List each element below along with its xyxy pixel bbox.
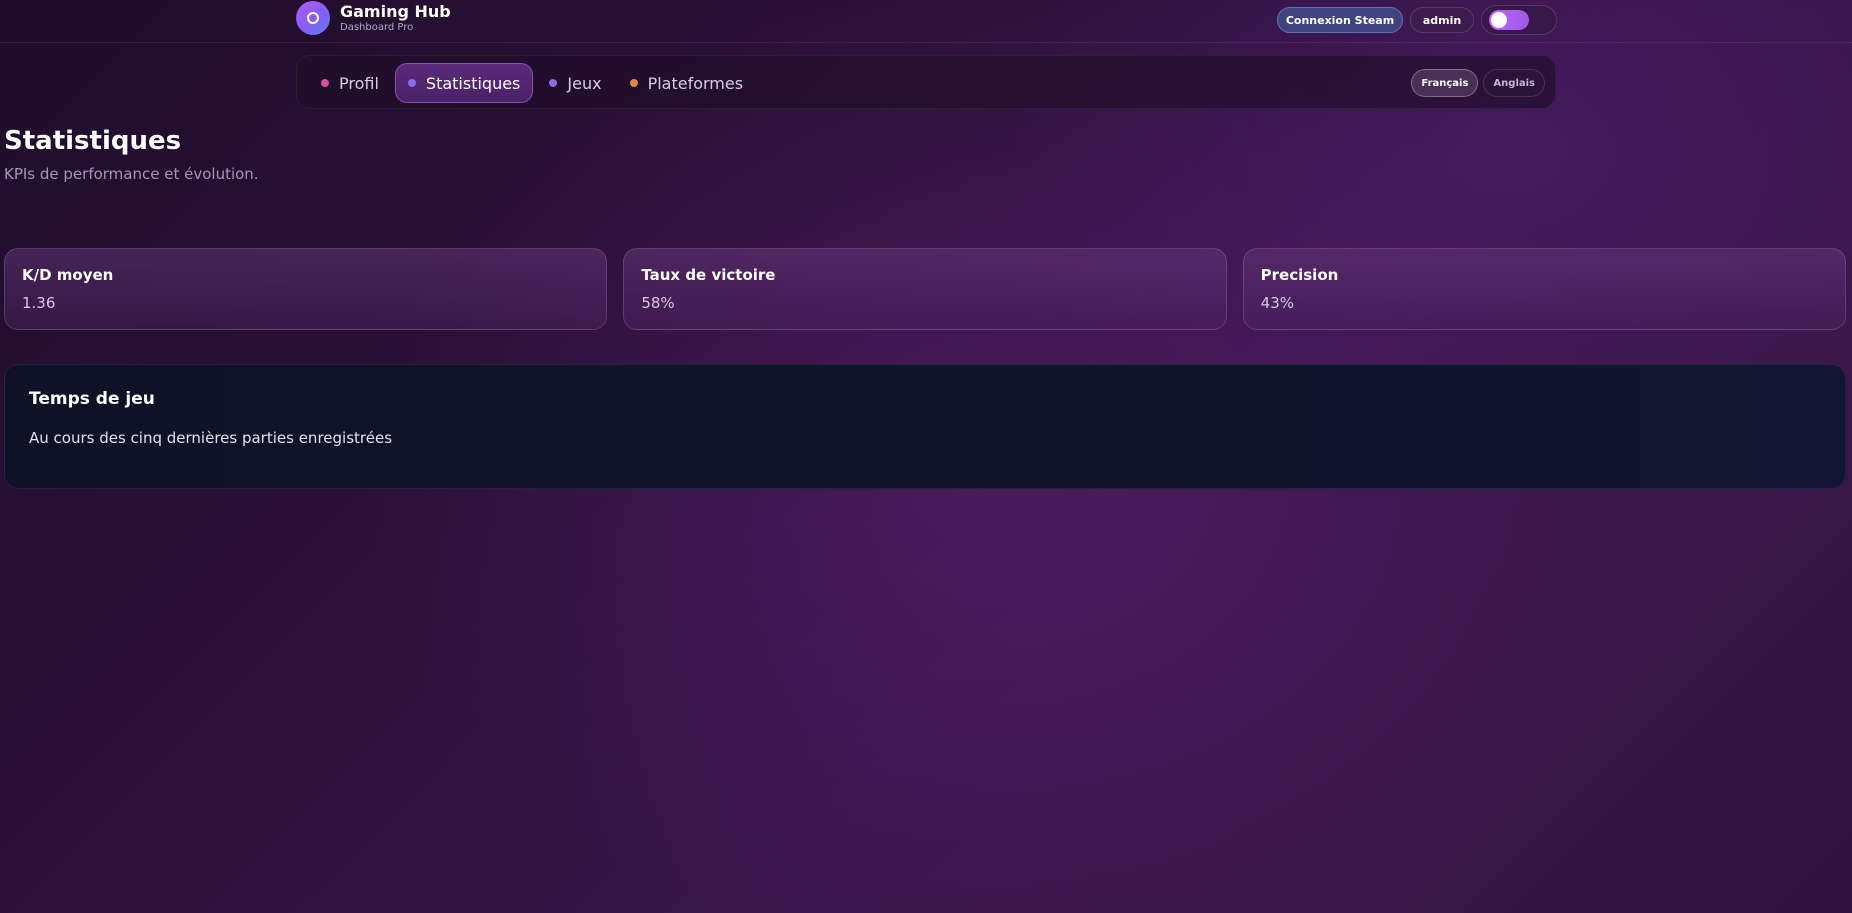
nav-tabs: Profil Statistiques Jeux Plateformes [309,63,755,103]
tab-label: Jeux [567,73,602,93]
user-button[interactable]: admin [1410,7,1474,33]
tab-label: Statistiques [425,73,521,93]
brand-subtitle: Dashboard Pro [340,21,414,33]
top-bar: Gaming Hub Dashboard Pro Connexion Steam… [0,0,1852,43]
kpi-value: 58% [641,294,675,312]
toggle-knob [1491,12,1507,28]
tab-dot-icon [549,79,558,87]
lang-french-button[interactable]: Français [1411,69,1479,97]
kpi-card-win-rate: Taux de victoire 58% [623,248,1227,330]
tab-dot-icon [629,79,638,87]
kpi-value: 43% [1260,294,1294,312]
kpi-cards: K/D moyen 1.36 Taux de victoire 58% Prec… [4,248,1846,330]
brand-text: Gaming Hub Dashboard Pro [340,1,451,33]
tab-label: Plateformes [647,73,744,93]
brand-title: Gaming Hub [340,1,451,21]
theme-toggle-container[interactable] [1481,5,1557,35]
kpi-label: K/D moyen [22,266,114,284]
theme-toggle[interactable] [1489,10,1529,30]
top-actions: Connexion Steam admin [1277,5,1557,35]
kpi-card-kd: K/D moyen 1.36 [4,248,608,330]
kpi-card-precision: Precision 43% [1242,248,1846,330]
main-nav: Profil Statistiques Jeux Plateformes Fra… [296,55,1556,109]
playtime-description: Au cours des cinq dernières parties enre… [29,429,393,447]
language-switcher: Français Anglais [1411,69,1545,97]
playtime-title: Temps de jeu [29,389,155,409]
lang-english-button[interactable]: Anglais [1483,69,1545,97]
brand[interactable]: Gaming Hub Dashboard Pro [296,1,451,35]
tab-dot-icon [321,79,329,87]
kpi-label: Precision [1260,266,1339,284]
tab-dot-icon [407,79,416,87]
page-subtitle: KPIs de performance et évolution. [4,165,259,183]
tab-statistiques[interactable]: Statistiques [394,63,534,103]
kpi-value: 1.36 [22,294,56,312]
tab-plateformes[interactable]: Plateformes [618,63,756,103]
logo-icon [296,1,330,35]
kpi-label: Taux de victoire [641,266,776,284]
tab-jeux[interactable]: Jeux [537,63,613,103]
logo-ring [307,12,319,24]
tab-profil[interactable]: Profil [309,63,391,103]
steam-login-button[interactable]: Connexion Steam [1277,7,1403,33]
tab-label: Profil [339,73,379,93]
page-title: Statistiques [4,126,182,156]
playtime-card: Temps de jeu Au cours des cinq dernières… [4,364,1846,489]
